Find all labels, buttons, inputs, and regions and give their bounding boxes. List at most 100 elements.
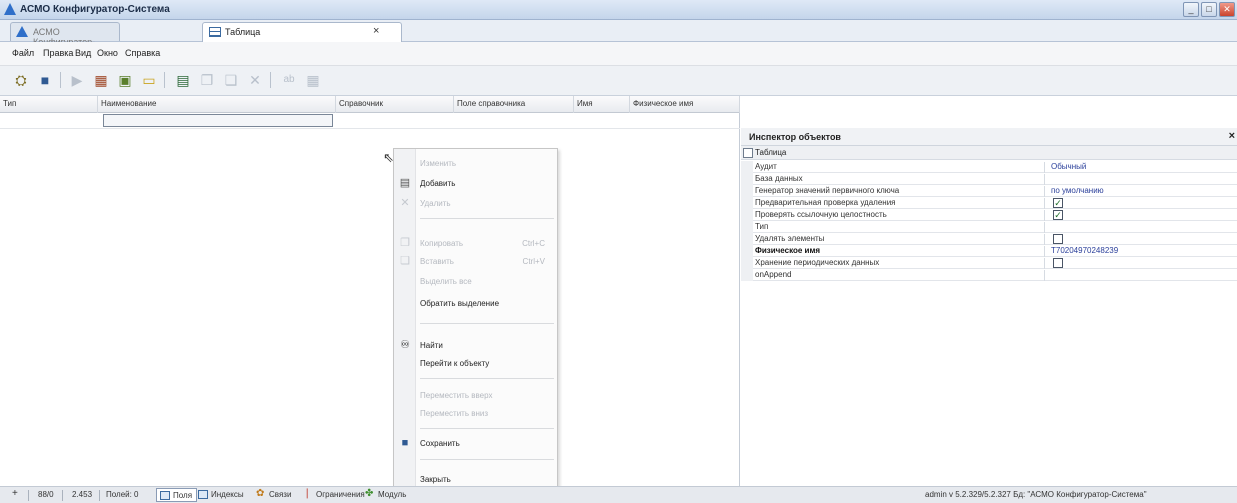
save-icon[interactable]: ■ xyxy=(34,70,56,90)
column-identifier[interactable]: Имя xyxy=(574,96,630,113)
title-bar: АСМО Конфигуратор-Система _ □ ✕ xyxy=(0,0,1237,20)
menu-item-edit[interactable]: Изменить xyxy=(394,155,557,173)
menu-item-copy[interactable]: ❐ Копировать Ctrl+C xyxy=(394,235,557,253)
table-icon[interactable]: ▦ xyxy=(302,70,324,90)
grid-icon[interactable]: ▤ xyxy=(172,70,194,90)
menu-item-label: Выделить все xyxy=(420,277,472,286)
property-value[interactable]: T70204970248239 xyxy=(1051,246,1118,255)
property-row-referential-integrity[interactable]: Проверять ссылочную целостность ✓ xyxy=(741,209,1237,221)
column-reference[interactable]: Справочник xyxy=(336,96,454,113)
property-value[interactable]: по умолчанию xyxy=(1051,186,1104,195)
property-row-type[interactable]: Тип xyxy=(741,221,1237,233)
menu-item-move-down[interactable]: Переместить вниз xyxy=(394,405,557,423)
menu-item-move-up[interactable]: Переместить вверх xyxy=(394,387,557,405)
collapse-icon[interactable] xyxy=(743,148,753,158)
tab-close-icon[interactable]: × xyxy=(373,25,379,37)
form-icon[interactable]: ▣ xyxy=(114,70,136,90)
inspector-header: Инспектор объектов × xyxy=(741,128,1237,146)
inspector-category[interactable]: Таблица xyxy=(741,146,1237,160)
name-cell-editor[interactable] xyxy=(103,114,333,127)
window-title: АСМО Конфигуратор-Система xyxy=(20,4,170,15)
toolbar-separator xyxy=(60,72,61,88)
menu-item-delete[interactable]: ✕ Удалить xyxy=(394,195,557,213)
toolbar-separator xyxy=(164,72,165,88)
copy-icon[interactable]: ❐ xyxy=(196,70,218,90)
column-reference-field[interactable]: Поле справочника xyxy=(454,96,574,113)
structure-icon[interactable]: ⛭ xyxy=(10,70,32,90)
property-value[interactable]: Обычный xyxy=(1051,162,1086,171)
menu-view[interactable]: Вид xyxy=(75,48,91,58)
menu-item-save[interactable]: ■ Сохранить xyxy=(394,435,557,453)
checkbox-checked[interactable]: ✓ xyxy=(1053,198,1063,208)
document-tabstrip: АСМО Конфигуратор-Сист Таблица xyxy=(0,20,1237,57)
close-window-button[interactable]: ✕ xyxy=(1219,2,1235,17)
menu-separator xyxy=(420,428,554,429)
column-physical-name[interactable]: Физическое имя xyxy=(630,96,740,113)
menu-item-add[interactable]: ▤ Добавить xyxy=(394,175,557,193)
menu-item-paste[interactable]: ❏ Вставить Ctrl+V xyxy=(394,253,557,271)
links-tab-button[interactable]: ✿ Связи xyxy=(253,488,295,502)
property-row-database[interactable]: База данных xyxy=(741,173,1237,185)
property-name: Хранение периодических данных xyxy=(755,258,1045,269)
tab-configurator[interactable]: АСМО Конфигуратор-Сист xyxy=(10,22,120,57)
module-icon[interactable]: ▦ xyxy=(90,70,112,90)
menu-item-invert-selection[interactable]: Обратить выделение xyxy=(394,295,557,313)
property-row-physical-name[interactable]: Физическое имя T70204970248239 xyxy=(741,245,1237,257)
inspector-title: Инспектор объектов xyxy=(749,132,841,142)
menu-item-select-all[interactable]: Выделить все xyxy=(394,273,557,291)
menu-item-shortcut: Ctrl+C xyxy=(522,239,545,248)
property-row-key-generator[interactable]: Генератор значений первичного ключа по у… xyxy=(741,185,1237,197)
property-gutter xyxy=(741,245,753,257)
add-record-button[interactable]: + xyxy=(12,488,18,499)
app-logo-icon xyxy=(4,3,16,15)
checkbox-unchecked[interactable] xyxy=(1053,258,1063,268)
constraints-tab-button[interactable]: ❘ Ограничения xyxy=(300,488,369,502)
button-label: Поля xyxy=(173,491,193,500)
paste-icon[interactable]: ❏ xyxy=(220,70,242,90)
status-bar: + 88/0 2.453 Полей: 0 Поля Индексы ✿ Свя… xyxy=(0,486,1237,503)
menu-window[interactable]: Окно xyxy=(97,48,118,58)
menu-item-find[interactable]: ♾ Найти xyxy=(394,337,557,355)
property-gutter xyxy=(741,257,753,269)
tab-table[interactable]: Таблица xyxy=(202,22,402,42)
constraints-icon: ❘ xyxy=(303,488,312,499)
menu-item-label: Переместить вниз xyxy=(420,409,489,418)
property-row-periodic-storage[interactable]: Хранение периодических данных xyxy=(741,257,1237,269)
maximize-button[interactable]: □ xyxy=(1201,2,1217,17)
property-gutter xyxy=(741,221,753,233)
delete-icon[interactable]: ✕ xyxy=(244,70,266,90)
menu-help[interactable]: Справка xyxy=(125,48,160,58)
menu-item-label: Сохранить xyxy=(420,439,460,448)
minimize-button[interactable]: _ xyxy=(1183,2,1199,17)
property-name: Физическое имя xyxy=(755,246,1045,257)
menu-file[interactable]: Файл xyxy=(12,48,34,58)
property-row-onappend[interactable]: onAppend xyxy=(741,269,1237,281)
checkbox-checked[interactable]: ✓ xyxy=(1053,210,1063,220)
menu-item-go-to-object[interactable]: Перейти к объекту xyxy=(394,355,557,373)
play-icon[interactable]: ▶ xyxy=(66,70,88,90)
property-row-pre-delete-check[interactable]: Предварительная проверка удаления ✓ xyxy=(741,197,1237,209)
column-name[interactable]: Наименование xyxy=(98,96,336,113)
menu-item-label: Изменить xyxy=(420,159,457,168)
indexes-tab-button[interactable]: Индексы xyxy=(195,488,248,502)
status-connection-info: admin v 5.2.329/5.2.327 Бд: "АСМО Конфиг… xyxy=(925,490,1147,499)
fields-tab-button[interactable]: Поля xyxy=(156,488,198,502)
property-name: База данных xyxy=(755,174,1045,185)
text-icon[interactable]: ab xyxy=(278,70,300,90)
property-row-audit[interactable]: Аудит Обычный xyxy=(741,161,1237,173)
menu-item-label: Удалить xyxy=(420,199,451,208)
column-type[interactable]: Тип xyxy=(0,96,98,113)
copy-icon: ❐ xyxy=(400,237,410,249)
table-row[interactable] xyxy=(0,113,740,129)
property-name: Аудит xyxy=(755,162,1045,173)
checkbox-unchecked[interactable] xyxy=(1053,234,1063,244)
property-gutter xyxy=(741,197,753,209)
status-size: 2.453 xyxy=(72,490,93,499)
menu-separator xyxy=(420,323,554,324)
menu-edit[interactable]: Правка xyxy=(43,48,73,58)
property-row-delete-elements[interactable]: Удалять элементы xyxy=(741,233,1237,245)
inspector-close-icon[interactable]: × xyxy=(1229,130,1235,142)
menu-item-label: Добавить xyxy=(420,179,456,188)
module-tab-button[interactable]: ✤ Модуль xyxy=(362,488,410,502)
comment-icon[interactable]: ▭ xyxy=(138,70,160,90)
